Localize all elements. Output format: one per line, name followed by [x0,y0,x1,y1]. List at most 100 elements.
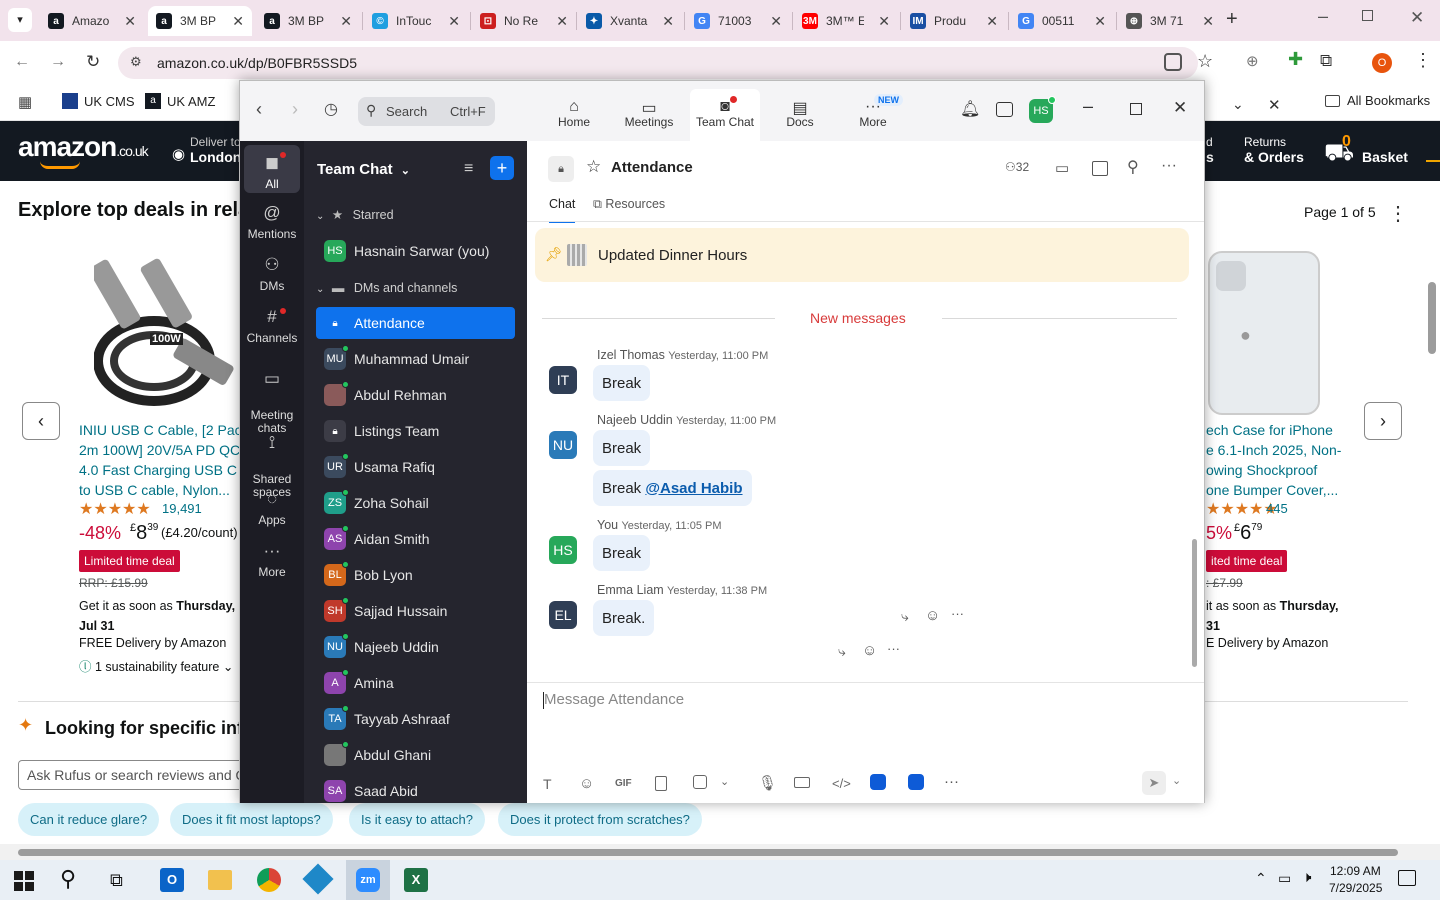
more-tools-icon[interactable]: ··· [944,773,959,790]
returns-line2[interactable]: & Orders [1244,149,1304,165]
vertical-scrollbar-thumb[interactable] [1428,282,1436,354]
product-image-iphone-case[interactable]: ● [1208,251,1320,415]
dm-item[interactable]: SA Saad Abid [316,775,515,807]
lens-icon[interactable] [1164,53,1182,71]
reply-icon[interactable]: ⤷ [901,608,909,625]
rail-mentions[interactable]: @ Mentions [244,203,300,241]
horizontal-scrollbar[interactable] [0,844,1440,860]
emoji-reaction-icon[interactable]: ☺ [925,607,940,624]
dm-item[interactable]: MU Muhammad Umair [316,343,515,375]
url-text[interactable]: amazon.co.uk/dp/B0FBR5SSD5 [157,55,357,71]
sender-name[interactable]: Emma Liam [597,583,664,597]
outlook-icon[interactable]: O [160,868,184,892]
rating-stars[interactable]: ★★★★★ [79,499,151,519]
tab-more[interactable]: ··· More NEW [838,89,908,141]
deliver-to-line2[interactable]: London [190,149,241,165]
microphone-icon[interactable]: 🎙︎ [758,774,777,792]
new-tab-button[interactable]: + [1226,8,1238,31]
chrome-menu-icon[interactable]: ⋮ [1414,50,1432,71]
sender-name[interactable]: You [597,518,618,532]
zoom-app-icon-2[interactable] [908,774,924,790]
video-message-icon[interactable] [794,777,810,788]
close-tab-icon[interactable]: ✕ [232,13,244,30]
deliver-to-line1[interactable]: Deliver to [190,135,241,149]
rail-all[interactable]: ◼ All [244,145,300,193]
zoom-minimize-icon[interactable]: – [1083,96,1093,117]
start-icon[interactable] [14,871,34,891]
message-bubble[interactable]: Break [593,430,651,466]
zoom-app-icon-1[interactable] [870,774,886,790]
rufus-search-input[interactable]: Ask Rufus or search reviews and Q [18,760,248,790]
more-options-icon[interactable]: ··· [1161,157,1177,175]
dm-item[interactable]: A Amina [316,667,515,699]
dm-item[interactable]: NU Najeeb Uddin [316,631,515,663]
question-pill[interactable]: Is it easy to attach? [349,803,486,836]
message-more-icon[interactable]: ··· [951,606,964,621]
close-window-icon[interactable]: ✕ [1410,8,1424,28]
starred-section-header[interactable]: ⌄ ★ Starred [316,207,394,222]
starred-item[interactable]: HS Hasnain Sarwar (you) [316,235,515,267]
volume-icon[interactable]: 🕨 [1302,869,1311,886]
channel-title[interactable]: Attendance [611,159,693,176]
close-tab-icon[interactable]: ✕ [124,13,136,30]
history-icon[interactable]: ◷ [324,99,338,119]
bookmark-uk-cms[interactable]: UK CMS [62,93,135,109]
sustainability-feature[interactable]: ⓛ 1 sustainability feature ⌄ [79,656,233,675]
forward-icon[interactable]: → [50,53,66,71]
close-tab-icon[interactable]: ✕ [1094,13,1106,30]
pinned-message[interactable]: 📌︎ Updated Dinner Hours [535,228,1189,282]
tab-search-button[interactable]: ▾ [8,8,32,32]
sender-name[interactable]: Izel Thomas [597,348,665,362]
dm-item[interactable]: SH Sajjad Hussain [316,595,515,627]
member-count[interactable]: ⚇32 [1005,160,1029,174]
close-tab-icon[interactable]: ✕ [1202,13,1214,30]
new-chat-button[interactable]: + [490,156,514,180]
translate-icon[interactable]: ⊕ [1246,52,1259,70]
excel-icon[interactable]: X [404,868,428,892]
network-icon[interactable]: ▭ [1278,870,1291,887]
browser-tab[interactable]: ⊕ 3M 71 ✕ [1118,6,1222,36]
close-tab-icon[interactable]: ✕ [770,13,782,30]
chrome-icon[interactable] [257,868,281,892]
product-title[interactable]: ech Case for iPhone e 6.1-Inch 2025, Non… [1206,420,1356,500]
resources-tab[interactable]: ⧉ Resources [593,197,665,212]
question-pill[interactable]: Can it reduce glare? [18,803,160,836]
channel-item[interactable]: 🔒︎ Listings Team [316,415,515,447]
carousel-prev-button[interactable]: ‹ [22,402,60,440]
xvantage-icon[interactable] [302,863,334,895]
bookmark-star-icon[interactable]: ☆ [1197,51,1213,72]
profile-avatar[interactable]: O [1372,53,1392,73]
gif-icon[interactable]: GIF [615,778,632,789]
emoji-reaction-icon[interactable]: ☺ [862,642,877,659]
minimize-window-icon[interactable]: – [1318,6,1328,27]
close-tab-icon[interactable]: ✕ [878,13,890,30]
browser-tab[interactable]: IM Produ ✕ [902,6,1006,36]
scrollbar-thumb[interactable] [18,849,1398,856]
message-avatar[interactable]: EL [549,601,577,629]
screenshot-icon[interactable] [693,775,707,789]
all-bookmarks[interactable]: All Bookmarks [1325,93,1430,108]
dms-section-header[interactable]: ⌄ ▬ DMs and channels [316,281,457,295]
star-outline-icon[interactable]: ☆ [586,157,601,177]
mention-link[interactable]: @Asad Habib [645,480,742,497]
format-text-icon[interactable]: T [543,776,552,792]
product-title[interactable]: INIU USB C Cable, [2 Pack 2m 100W] 20V/5… [79,420,249,500]
tab-meetings[interactable]: ▭ Meetings [614,89,684,141]
back-icon[interactable]: ← [14,53,30,71]
browser-tab[interactable]: a 3M BP ✕ [148,6,252,36]
rail-apps[interactable]: ◌ Apps [244,489,300,527]
browser-tab[interactable]: a 3M BP ✕ [256,6,360,36]
message-composer[interactable]: Message Attendance [543,691,1183,721]
chevron-down-icon[interactable]: ⌄ [720,775,729,788]
zoom-app-icon[interactable]: zm [346,860,390,900]
tab-docs[interactable]: ▤ Docs [765,89,835,141]
sender-name[interactable]: Najeeb Uddin [597,413,673,427]
zoom-search-box[interactable]: ⚲ Search Ctrl+F [358,97,495,126]
task-view-icon[interactable]: ⧉ [110,870,123,891]
bookmark-uk-amz[interactable]: a UK AMZ [145,93,215,109]
message-bubble[interactable]: Break [593,535,651,571]
close-tab-icon[interactable]: ✕ [448,13,460,30]
channel-item[interactable]: 🔒︎ Attendance [316,307,515,339]
close-tab-icon[interactable]: ✕ [556,13,568,30]
emoji-icon[interactable]: ☺ [579,775,594,792]
